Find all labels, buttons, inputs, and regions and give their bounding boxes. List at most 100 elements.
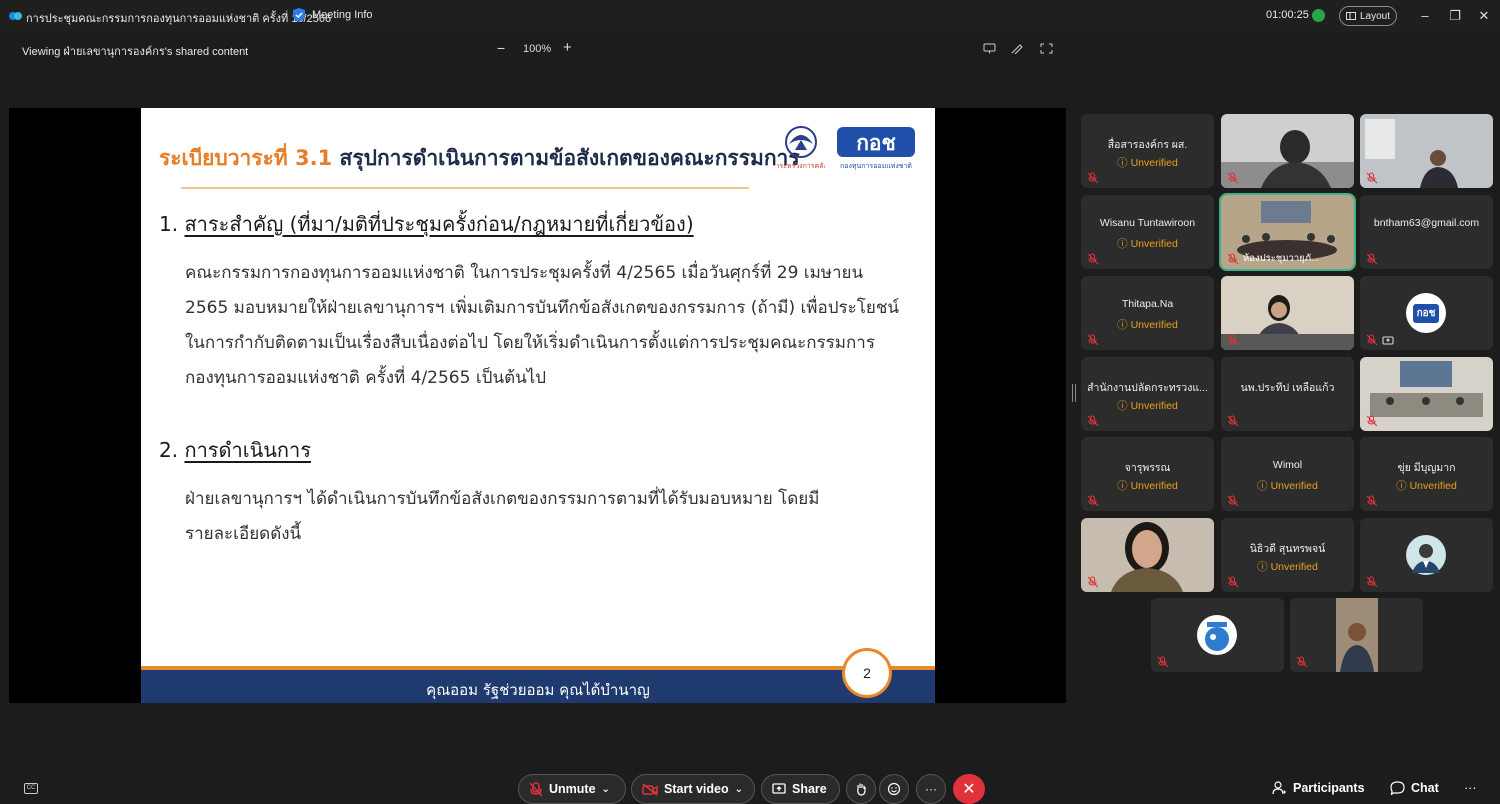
- participant-name: นพ.ประทีป เหลือแก้ว: [1240, 382, 1335, 394]
- mic-muted-icon: [1366, 415, 1378, 427]
- participant-tile[interactable]: [1221, 276, 1354, 350]
- mic-muted-icon: [1227, 576, 1239, 588]
- paragraph-line: ฝ่ายเลขานุการฯ ได้ดำเนินการบันทึกข้อสังเ…: [185, 489, 820, 509]
- unverified-label: Unverified: [1270, 480, 1318, 492]
- mic-muted-icon: [1087, 495, 1099, 507]
- participant-tile[interactable]: ห้องประชุมวายุภั...: [1219, 193, 1356, 271]
- participant-tile[interactable]: Wisanu Tuntawiroon ⓘ Unverified: [1081, 195, 1214, 269]
- panel-resize-handle[interactable]: [1072, 384, 1076, 402]
- share-label: Share: [792, 782, 827, 796]
- participant-name: สำนักงานปลัดกระทรวงแ...: [1087, 382, 1208, 394]
- participant-tile[interactable]: [1360, 357, 1493, 431]
- webex-app-icon: [9, 12, 22, 20]
- unverified-badge: ⓘ Unverified: [1117, 238, 1178, 250]
- hand-icon: [857, 783, 866, 796]
- avatar: กอช: [1406, 293, 1446, 333]
- mic-muted-icon: [1227, 415, 1239, 427]
- participant-video: [1360, 357, 1493, 431]
- mic-muted-icon: [1087, 576, 1099, 588]
- more-options-button[interactable]: ···: [916, 774, 946, 804]
- leave-meeting-button[interactable]: ✕: [953, 774, 985, 804]
- mic-muted-icon: [1366, 495, 1378, 507]
- share-button[interactable]: Share: [761, 774, 840, 804]
- ministry-logo-text: กระทรวงการคลัง: [777, 162, 825, 170]
- fullscreen-icon[interactable]: [1040, 43, 1053, 54]
- section-1-paragraph: คณะกรรมการกองทุนการออมแห่งชาติ ในการประช…: [185, 256, 925, 396]
- participant-tile[interactable]: [1221, 114, 1354, 188]
- raise-hand-button[interactable]: [846, 774, 876, 804]
- participant-tile[interactable]: กอช: [1360, 276, 1493, 350]
- mic-muted-icon: [1087, 334, 1099, 346]
- participant-name: Thitapa.Na: [1121, 298, 1174, 310]
- mic-muted-icon: [1227, 253, 1239, 265]
- captions-icon[interactable]: CC: [24, 783, 38, 794]
- participant-name: นิธิวดี สุนทรพจน์: [1249, 543, 1326, 555]
- chevron-down-icon[interactable]: ⌄: [735, 784, 743, 795]
- section-2-title: 2. การดำเนินการ: [159, 434, 311, 466]
- mic-muted-icon: [1087, 253, 1099, 265]
- participant-name: สื่อสารองค์กร ผส.: [1107, 139, 1188, 151]
- paragraph-line: กองทุนการออมแห่งชาติ ครั้งที่ 4/2565 เป็…: [185, 368, 547, 388]
- participants-button[interactable]: Participants: [1272, 781, 1365, 795]
- chevron-down-icon[interactable]: ⌄: [602, 784, 610, 795]
- unverified-badge: ⓘ Unverified: [1396, 480, 1457, 492]
- participant-tile[interactable]: Wimol ⓘ Unverified: [1221, 437, 1354, 511]
- emoji-icon: [887, 782, 901, 796]
- slide-heading: ระเบียบวาระที่ 3.1 สรุปการดำเนินการตามข้…: [159, 142, 800, 175]
- participant-tile[interactable]: [1360, 114, 1493, 188]
- start-video-button[interactable]: Start video ⌄: [631, 774, 755, 804]
- zoom-out-button[interactable]: −: [497, 40, 505, 56]
- zoom-level: 100%: [523, 43, 552, 55]
- participant-tile[interactable]: [1081, 518, 1214, 592]
- participant-tile[interactable]: นิธิวดี สุนทรพจน์ ⓘ Unverified: [1221, 518, 1354, 592]
- participant-video: [1221, 114, 1354, 188]
- mic-muted-icon: [529, 781, 543, 797]
- close-window-button[interactable]: ✕: [1476, 8, 1492, 24]
- avatar: [1406, 535, 1446, 575]
- overflow-menu-button[interactable]: ···: [1464, 781, 1477, 795]
- participant-tile[interactable]: สำนักงานปลัดกระทรวงแ... ⓘ Unverified: [1081, 357, 1214, 431]
- participant-tile[interactable]: จารุพรรณ ⓘ Unverified: [1081, 437, 1214, 511]
- mic-muted-icon: [1366, 334, 1378, 346]
- unverified-label: Unverified: [1409, 480, 1457, 492]
- presentation-slide: ระเบียบวาระที่ 3.1 สรุปการดำเนินการตามข้…: [141, 108, 935, 703]
- participant-tile[interactable]: bntham63@gmail.com: [1360, 195, 1493, 269]
- participant-name: Wisanu Tuntawiroon: [1099, 217, 1196, 229]
- participant-tile[interactable]: Thitapa.Na ⓘ Unverified: [1081, 276, 1214, 350]
- mic-muted-icon: [1227, 495, 1239, 507]
- fund-logo: กอช กองทุนการออมแห่งชาติ: [837, 127, 915, 170]
- restore-button[interactable]: ❐: [1447, 8, 1463, 24]
- meeting-info-button[interactable]: Meeting Info: [292, 7, 373, 23]
- mic-muted-icon: [1366, 172, 1378, 184]
- zoom-in-button[interactable]: +: [563, 39, 572, 56]
- chat-button[interactable]: Chat: [1390, 781, 1439, 795]
- reactions-button[interactable]: [879, 774, 909, 804]
- participant-tile[interactable]: [1151, 598, 1284, 672]
- slide-slogan: คุณออม รัฐช่วยออม คุณได้บำนาญ: [426, 681, 650, 699]
- annotate-icon[interactable]: [983, 43, 996, 54]
- participants-label: Participants: [1293, 781, 1365, 795]
- participant-tile[interactable]: สื่อสารองค์กร ผส. ⓘ Unverified: [1081, 114, 1214, 188]
- participant-tile[interactable]: [1290, 598, 1423, 672]
- connection-status-icon: [1312, 9, 1325, 22]
- unverified-badge: ⓘ Unverified: [1117, 480, 1178, 492]
- participants-icon: [1272, 781, 1286, 795]
- participant-tile[interactable]: นพ.ประทีป เหลือแก้ว: [1221, 357, 1354, 431]
- participant-tile[interactable]: ขุ่ย มีบุญมาก ⓘ Unverified: [1360, 437, 1493, 511]
- minimize-button[interactable]: –: [1417, 8, 1433, 23]
- mic-muted-icon: [1227, 334, 1239, 346]
- participant-tile[interactable]: [1360, 518, 1493, 592]
- unmute-button[interactable]: Unmute ⌄: [518, 774, 626, 804]
- section-1-title: 1. สาระสำคัญ (ที่มา/มติที่ประชุมครั้งก่อ…: [159, 208, 694, 240]
- unverified-badge: ⓘ Unverified: [1257, 480, 1318, 492]
- section-2-text: การดำเนินการ: [184, 438, 312, 462]
- mic-muted-icon: [1087, 415, 1099, 427]
- participant-name: จารุพรรณ: [1124, 462, 1171, 474]
- layout-button[interactable]: Layout: [1339, 6, 1397, 26]
- paragraph-line: 2565 มอบหมายให้ฝ่ายเลขานุการฯ เพิ่มเติมก…: [185, 298, 900, 318]
- draw-icon[interactable]: [1011, 43, 1024, 54]
- unverified-label: Unverified: [1130, 157, 1178, 169]
- participant-video: [1221, 276, 1354, 350]
- paragraph-line: ในการกำกับติดตามเป็นเรื่องสืบเนื่องต่อไป…: [185, 333, 875, 353]
- slide-page-number: 2: [842, 648, 892, 698]
